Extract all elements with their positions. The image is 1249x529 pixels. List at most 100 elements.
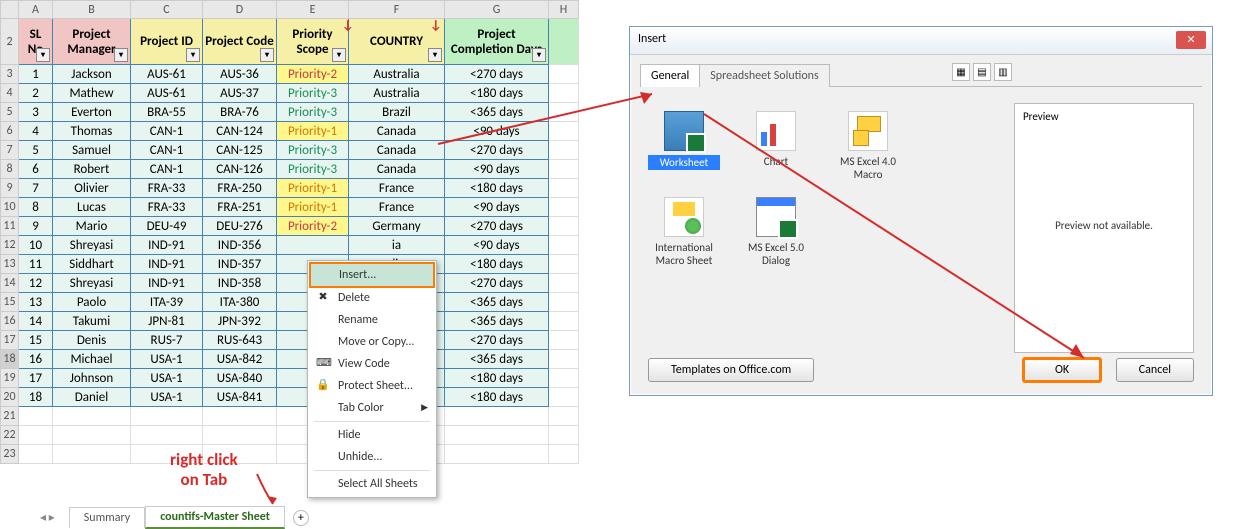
- cell-pid[interactable]: CAN-1: [131, 141, 203, 160]
- row-header[interactable]: 22: [1, 426, 19, 445]
- cell[interactable]: [549, 65, 579, 84]
- cell[interactable]: [19, 426, 53, 445]
- filter-button[interactable]: ▾: [186, 48, 200, 62]
- cell-pid[interactable]: USA-1: [131, 388, 203, 407]
- row-header[interactable]: 8: [1, 160, 19, 179]
- new-sheet-button[interactable]: +: [293, 510, 309, 526]
- row-header[interactable]: 15: [1, 293, 19, 312]
- cell-pm[interactable]: Takumi: [53, 312, 131, 331]
- cancel-button[interactable]: Cancel: [1116, 358, 1194, 382]
- cell-pm[interactable]: Lucas: [53, 198, 131, 217]
- menu-view-code[interactable]: ⌨View Code: [310, 353, 434, 375]
- cell-slno[interactable]: 6: [19, 160, 53, 179]
- row-header[interactable]: 21: [1, 407, 19, 426]
- cell-pm[interactable]: Thomas: [53, 122, 131, 141]
- cell-days[interactable]: <270 days: [445, 331, 549, 350]
- cell-slno[interactable]: 5: [19, 141, 53, 160]
- cell[interactable]: [549, 198, 579, 217]
- col-G[interactable]: G: [445, 1, 549, 19]
- cell[interactable]: [549, 293, 579, 312]
- cell[interactable]: [203, 426, 277, 445]
- menu-rename[interactable]: Rename: [310, 309, 434, 331]
- cell-days[interactable]: <180 days: [445, 179, 549, 198]
- cell[interactable]: [549, 217, 579, 236]
- row-header[interactable]: 17: [1, 331, 19, 350]
- cell-priority[interactable]: Priority-3: [277, 103, 349, 122]
- row-header[interactable]: 2: [1, 19, 19, 65]
- menu-insert[interactable]: Insert...: [309, 262, 435, 288]
- header-pm[interactable]: Project Manager▾: [53, 19, 131, 65]
- cell-pcode[interactable]: USA-841: [203, 388, 277, 407]
- cell[interactable]: [19, 445, 53, 464]
- cell-priority[interactable]: Priority-3: [277, 84, 349, 103]
- cell-pid[interactable]: CAN-1: [131, 160, 203, 179]
- cell-pm[interactable]: Johnson: [53, 369, 131, 388]
- cell-priority[interactable]: Priority-2: [277, 65, 349, 84]
- cell-slno[interactable]: 15: [19, 331, 53, 350]
- cell[interactable]: [549, 312, 579, 331]
- cell-days[interactable]: <365 days: [445, 350, 549, 369]
- row-header[interactable]: 5: [1, 103, 19, 122]
- cell-slno[interactable]: 2: [19, 84, 53, 103]
- cell-days[interactable]: <180 days: [445, 369, 549, 388]
- cell[interactable]: [549, 84, 579, 103]
- cell-pcode[interactable]: FRA-250: [203, 179, 277, 198]
- cell[interactable]: [131, 426, 203, 445]
- cell-pid[interactable]: IND-91: [131, 255, 203, 274]
- cell-pid[interactable]: FRA-33: [131, 179, 203, 198]
- row-header[interactable]: 14: [1, 274, 19, 293]
- cell-country[interactable]: France: [349, 198, 445, 217]
- cell-pcode[interactable]: DEU-276: [203, 217, 277, 236]
- row-header[interactable]: 7: [1, 141, 19, 160]
- cell-pm[interactable]: Mario: [53, 217, 131, 236]
- view-large-icons-button[interactable]: ▦: [952, 63, 970, 81]
- header-pcode[interactable]: Project Code▾: [203, 19, 277, 65]
- menu-tab-color[interactable]: Tab Color▶: [310, 397, 434, 419]
- cell-pm[interactable]: Olivier: [53, 179, 131, 198]
- cell-pid[interactable]: FRA-33: [131, 198, 203, 217]
- cell[interactable]: [549, 103, 579, 122]
- cell-days[interactable]: <90 days: [445, 236, 549, 255]
- menu-select-all-sheets[interactable]: Select All Sheets: [310, 473, 434, 495]
- cell[interactable]: [549, 350, 579, 369]
- cell-country[interactable]: Australia: [349, 84, 445, 103]
- row-header[interactable]: 10: [1, 198, 19, 217]
- cell[interactable]: [53, 445, 131, 464]
- filter-button[interactable]: ▾: [332, 48, 346, 62]
- cell[interactable]: [549, 369, 579, 388]
- cell-slno[interactable]: 16: [19, 350, 53, 369]
- cell[interactable]: [549, 141, 579, 160]
- cell[interactable]: [549, 274, 579, 293]
- row-header[interactable]: 12: [1, 236, 19, 255]
- row-header[interactable]: 9: [1, 179, 19, 198]
- cell-pm[interactable]: Paolo: [53, 293, 131, 312]
- row-header[interactable]: 23: [1, 445, 19, 464]
- col-E[interactable]: E: [277, 1, 349, 19]
- template-macro[interactable]: MS Excel 4.0 Macro: [832, 111, 904, 181]
- cell-pid[interactable]: IND-91: [131, 236, 203, 255]
- template-chart[interactable]: Chart: [740, 111, 812, 181]
- dialog-titlebar[interactable]: Insert ✕: [630, 27, 1212, 55]
- cell-slno[interactable]: 3: [19, 103, 53, 122]
- row-header[interactable]: 16: [1, 312, 19, 331]
- cell[interactable]: [549, 331, 579, 350]
- cell-pcode[interactable]: USA-840: [203, 369, 277, 388]
- cell-slno[interactable]: 4: [19, 122, 53, 141]
- row-header[interactable]: 18: [1, 350, 19, 369]
- filter-button[interactable]: ▾: [260, 48, 274, 62]
- view-details-button[interactable]: ▥: [994, 63, 1012, 81]
- select-all-corner[interactable]: [1, 1, 19, 19]
- close-button[interactable]: ✕: [1176, 31, 1206, 49]
- cell[interactable]: [53, 426, 131, 445]
- cell-priority[interactable]: Priority-2: [277, 217, 349, 236]
- template-excel5-dialog[interactable]: MS Excel 5.0 Dialog: [740, 197, 812, 267]
- cell-slno[interactable]: 1: [19, 65, 53, 84]
- cell-slno[interactable]: 9: [19, 217, 53, 236]
- menu-unhide[interactable]: Unhide...: [310, 446, 434, 468]
- cell[interactable]: [549, 160, 579, 179]
- cell-pcode[interactable]: CAN-126: [203, 160, 277, 179]
- cell[interactable]: [549, 236, 579, 255]
- cell-days[interactable]: <270 days: [445, 141, 549, 160]
- cell-pid[interactable]: JPN-81: [131, 312, 203, 331]
- cell-pm[interactable]: Denis: [53, 331, 131, 350]
